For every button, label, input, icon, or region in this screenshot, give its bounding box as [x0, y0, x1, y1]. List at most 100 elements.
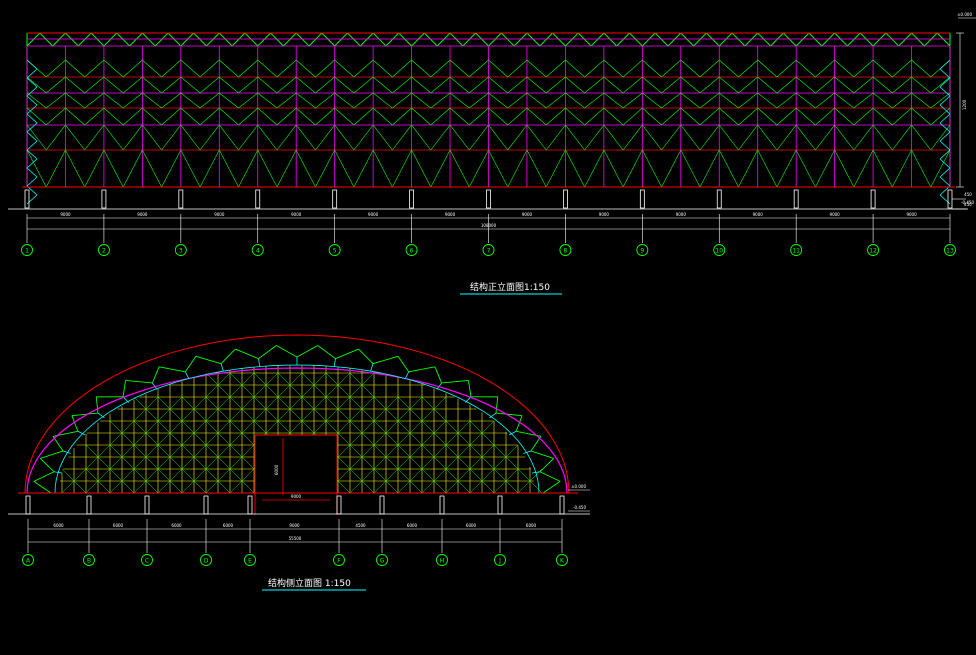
diagonal-member: [507, 92, 528, 109]
diagonal-member: [372, 149, 393, 188]
diagonal-member: [295, 149, 316, 188]
diagonal-member: [815, 149, 835, 188]
diagonal-member: [642, 149, 662, 188]
arch-bracing: [97, 412, 105, 419]
diagonal-member: [65, 149, 85, 188]
opening-height-dim: 6000: [274, 464, 279, 475]
diagonal-member: [699, 59, 720, 78]
arch-zigzag: [235, 348, 259, 360]
arch-zigzag: [122, 380, 126, 397]
diagonal-member: [661, 76, 681, 94]
roof-zigzag: [359, 32, 374, 47]
roof-zigzag: [283, 32, 297, 47]
diagonal-member: [603, 76, 624, 94]
arch-pier: [379, 495, 385, 515]
bay-dimension: 9000: [522, 212, 533, 217]
diagonal-member: [853, 92, 874, 109]
diagonal-member: [488, 124, 508, 151]
diagonal-member: [795, 92, 816, 109]
roof-zigzag: [77, 32, 92, 47]
diagonal-member: [392, 92, 412, 109]
diagonal-member: [449, 76, 470, 94]
edge-bracing: [26, 194, 38, 205]
diagonal-member: [872, 124, 893, 151]
diagonal-member: [199, 124, 220, 151]
roof-zigzag: [167, 32, 182, 47]
bay-dimension: 6000: [407, 523, 418, 528]
diagonal-member: [142, 107, 162, 126]
bay-dimension: 9000: [368, 212, 379, 217]
diagonal-member: [257, 107, 278, 126]
roof-zigzag: [308, 32, 323, 47]
roof-zigzag: [898, 32, 912, 47]
diagonal-member: [719, 92, 739, 109]
diagonal-member: [46, 76, 66, 94]
diagonal-member: [219, 59, 239, 78]
roof-zigzag: [103, 32, 118, 47]
bay-dimension: 9000: [906, 212, 917, 217]
diagonal-member: [199, 92, 220, 109]
roof-zigzag: [834, 32, 848, 47]
diagonal-member: [584, 149, 605, 188]
diagonal-member: [122, 59, 143, 78]
diagonal-member: [872, 107, 893, 126]
grid-label: E: [248, 558, 252, 565]
diagonal-member: [315, 124, 335, 151]
diagonal-member: [180, 76, 201, 94]
roof-zigzag: [847, 32, 861, 47]
diagonal-member: [584, 92, 605, 109]
diagonal-member: [719, 76, 739, 94]
roof-zigzag: [321, 32, 335, 47]
diagonal-member: [296, 76, 316, 94]
diagonal-member: [334, 149, 355, 188]
grid-label: 7: [487, 248, 491, 255]
diagonal-member: [199, 107, 220, 126]
diagonal-member: [84, 107, 105, 126]
side-elevation-title: 结构侧立面图 1:150: [268, 577, 351, 589]
roof-zigzag: [372, 32, 387, 47]
edge-bracing: [939, 59, 951, 70]
roof-zigzag: [744, 32, 759, 47]
grid-label: B: [87, 558, 91, 565]
arch-zigzag: [33, 481, 52, 494]
grid-label: 3: [179, 248, 183, 255]
roof-zigzag: [667, 32, 682, 47]
diagonal-member: [892, 149, 912, 188]
diagonal-member: [603, 124, 624, 151]
diagonal-member: [84, 124, 105, 151]
diagonal-member: [46, 92, 66, 109]
arch-pier: [25, 495, 31, 515]
diagonal-member: [430, 92, 451, 109]
diagonal-member: [622, 92, 643, 109]
diagonal-member: [469, 124, 489, 151]
diagonal-member: [161, 59, 182, 78]
diagonal-member: [661, 92, 681, 109]
column-pier: [255, 189, 261, 209]
diagonal-member: [795, 59, 816, 78]
diagonal-member: [892, 107, 912, 126]
roof-zigzag: [270, 32, 284, 47]
diagonal-member: [795, 76, 816, 94]
diagonal-member: [853, 59, 874, 78]
diagonal-member: [296, 92, 316, 109]
diagonal-member: [84, 59, 105, 78]
column-pier: [716, 189, 722, 209]
level-mark-top: ±0.000: [957, 12, 972, 17]
arch-zigzag: [39, 458, 55, 473]
roof-zigzag: [885, 32, 900, 47]
edge-bracing: [939, 176, 951, 187]
roof-zigzag: [334, 32, 348, 47]
arch-zigzag: [296, 345, 318, 358]
diagonal-member: [757, 92, 778, 109]
diagonal-member: [161, 76, 182, 94]
diagonal-member: [507, 76, 528, 94]
diagonal-member: [565, 107, 585, 126]
diagonal-member: [180, 124, 201, 151]
diagonal-member: [834, 59, 855, 78]
diagonal-member: [103, 149, 124, 188]
diagonal-member: [65, 59, 85, 78]
arch-zigzag: [276, 345, 298, 358]
diagonal-member: [392, 59, 412, 78]
roof-zigzag: [783, 32, 797, 47]
diagonal-member: [642, 107, 662, 126]
